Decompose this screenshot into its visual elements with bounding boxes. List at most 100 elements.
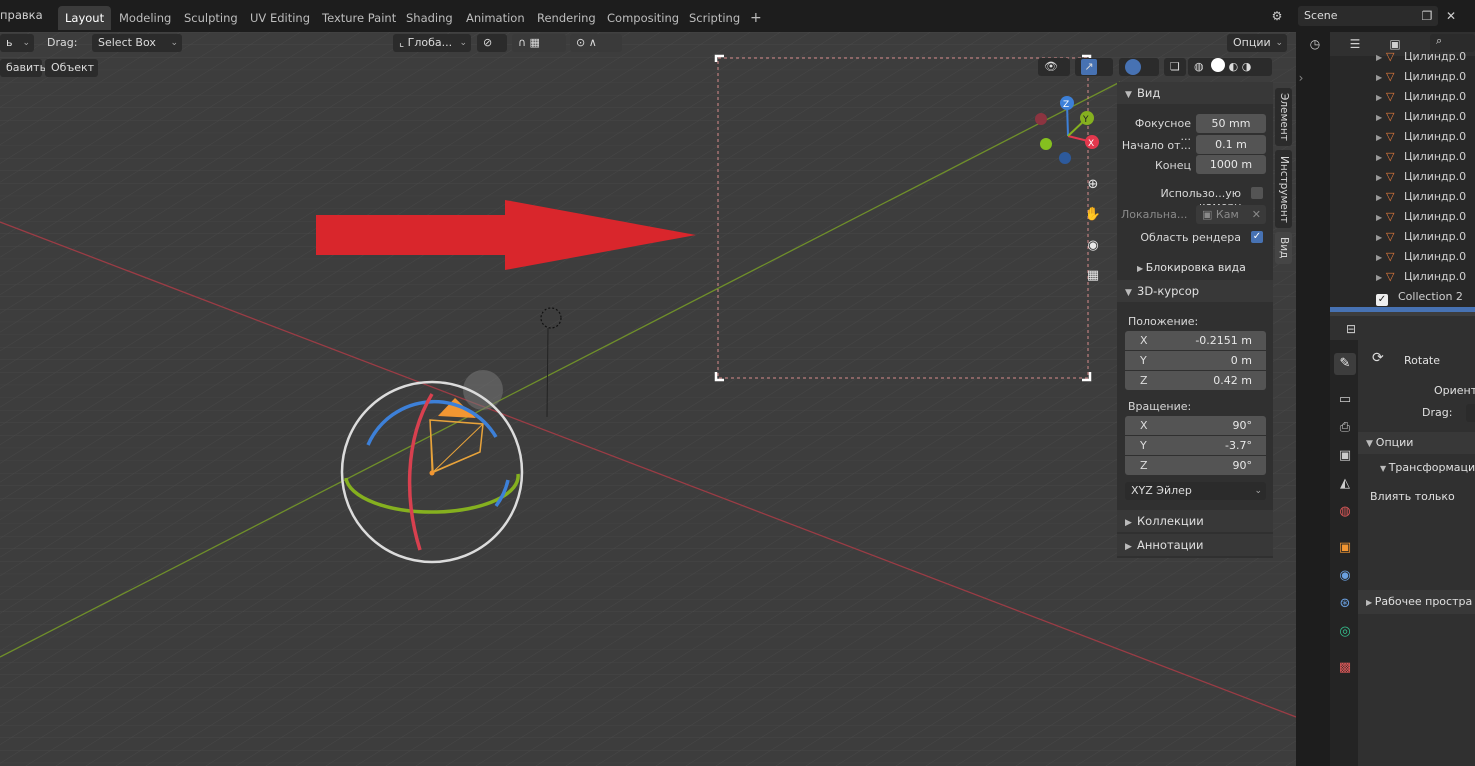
transform-subpanel-header[interactable]: ▼ Трансформаци bbox=[1368, 457, 1475, 479]
use-local-camera-checkbox[interactable] bbox=[1251, 187, 1263, 199]
menu-add[interactable]: бавить bbox=[0, 59, 46, 77]
3d-cursor-section-header[interactable]: ▼ 3D-курсор bbox=[1117, 280, 1273, 302]
options-dropdown[interactable]: Опции ⌄ bbox=[1227, 34, 1287, 52]
drag-dropdown[interactable] bbox=[1466, 404, 1475, 422]
outliner-item[interactable]: ▶ ▽ Цилиндр.0 bbox=[1330, 187, 1475, 207]
tab-sculpting[interactable]: Sculpting bbox=[177, 6, 245, 30]
tab-scripting[interactable]: Scripting bbox=[682, 6, 747, 30]
tab-compositing[interactable]: Compositing bbox=[600, 6, 686, 30]
add-workspace-button[interactable]: + bbox=[743, 6, 769, 30]
position-z-field[interactable]: Z 0.42 m bbox=[1125, 371, 1266, 390]
expand-arrow-icon[interactable]: ▶ bbox=[1376, 268, 1386, 287]
clear-icon[interactable]: ✕ bbox=[1252, 205, 1261, 224]
xray-toggle[interactable]: ❏ bbox=[1164, 58, 1186, 76]
render-region-checkbox[interactable]: ✓ bbox=[1251, 231, 1263, 243]
properties-editor-icon[interactable]: ⊟ bbox=[1340, 319, 1362, 339]
clip-start-field[interactable]: 0.1 m bbox=[1196, 135, 1266, 154]
zoom-icon[interactable]: ⊕ bbox=[1082, 174, 1104, 196]
wireframe-shading-icon[interactable]: ◍ bbox=[1194, 60, 1204, 73]
outliner-item[interactable]: ▶ ▽ Цилиндр.0 bbox=[1330, 167, 1475, 187]
camera-view-icon[interactable]: ◉ bbox=[1082, 235, 1104, 257]
tab-animation[interactable]: Animation bbox=[459, 6, 532, 30]
perspective-grid-icon[interactable]: ▦ bbox=[1082, 265, 1104, 287]
outliner-item[interactable]: ▶ ▽ Цилиндр.0 bbox=[1330, 47, 1475, 67]
rotation-mode-dropdown[interactable]: XYZ Эйлер ⌄ bbox=[1125, 482, 1266, 500]
rendered-shading-icon[interactable]: ◑ bbox=[1242, 60, 1252, 73]
outliner-item[interactable]: ▶ ▽ Цилиндр.0 bbox=[1330, 247, 1475, 267]
solid-shading-icon[interactable] bbox=[1211, 58, 1226, 72]
overlays-toggle[interactable] bbox=[1119, 58, 1159, 76]
rotation-y-field[interactable]: Y -3.7° bbox=[1125, 436, 1266, 455]
expand-arrow-icon[interactable]: ▶ bbox=[1376, 68, 1386, 87]
tool-settings-tab-icon[interactable]: ✎ bbox=[1334, 353, 1356, 375]
rotation-x-field[interactable]: X 90° bbox=[1125, 416, 1266, 435]
rotation-z-field[interactable]: Z 90° bbox=[1125, 456, 1266, 475]
pan-hand-icon[interactable]: ✋ bbox=[1082, 204, 1104, 226]
expand-arrow-icon[interactable]: ▶ bbox=[1376, 208, 1386, 227]
new-scene-icon[interactable]: ❐ bbox=[1416, 6, 1438, 26]
scene-tab-icon[interactable]: ◭ bbox=[1334, 473, 1356, 495]
mode-dropdown[interactable]: ь ⌄ bbox=[0, 34, 34, 52]
expand-arrow-icon[interactable]: ▶ bbox=[1376, 88, 1386, 107]
tab-uv-editing[interactable]: UV Editing bbox=[243, 6, 317, 30]
tab-rendering[interactable]: Rendering bbox=[530, 6, 603, 30]
editor-type-icon[interactable]: ◷ bbox=[1304, 34, 1326, 54]
tab-layout[interactable]: Layout bbox=[58, 6, 112, 30]
3d-viewport[interactable]: Z Y X ⊕ ✋ ◉ ▦ bbox=[0, 32, 1296, 766]
expand-arrow-icon[interactable]: ▶ bbox=[1376, 108, 1386, 127]
world-tab-icon[interactable]: ◍ bbox=[1334, 501, 1356, 523]
snap-toggle[interactable]: ∩ ▦ bbox=[512, 34, 566, 52]
outliner-item[interactable]: ▶ ▽ Цилиндр.0 bbox=[1330, 227, 1475, 247]
tab-tool[interactable]: Инструмент bbox=[1275, 150, 1292, 228]
clip-end-field[interactable]: 1000 m bbox=[1196, 155, 1266, 174]
orientation-dropdown[interactable]: ⌞ Глоба... ⌄ bbox=[393, 34, 471, 52]
workspace-section-header[interactable]: ▶ Рабочее простра bbox=[1358, 590, 1475, 614]
menu-object[interactable]: Объект bbox=[45, 59, 98, 77]
expand-arrow-icon[interactable]: ▶ bbox=[1376, 48, 1386, 67]
tab-element[interactable]: Элемент bbox=[1275, 88, 1292, 146]
outliner-item[interactable]: ▶ ▽ Цилиндр.0 bbox=[1330, 267, 1475, 287]
position-y-field[interactable]: Y 0 m bbox=[1125, 351, 1266, 370]
physics-tab-icon[interactable]: ◉ bbox=[1334, 565, 1356, 587]
view-section-header[interactable]: ▼ Вид bbox=[1117, 82, 1273, 104]
outliner-item[interactable]: ▶ ▽ Цилиндр.0 bbox=[1330, 107, 1475, 127]
tab-texture-paint[interactable]: Texture Paint bbox=[315, 6, 403, 30]
collection-checkbox[interactable]: ✓ bbox=[1376, 294, 1388, 306]
pivot-dropdown[interactable]: ⊘ bbox=[477, 34, 507, 52]
collections-section-header[interactable]: ▶ Коллекции bbox=[1117, 510, 1273, 532]
material-shading-icon[interactable]: ◐ bbox=[1229, 60, 1239, 73]
expand-arrow-icon[interactable]: ▶ bbox=[1376, 148, 1386, 167]
output-tab-icon[interactable]: ⎙ bbox=[1334, 417, 1356, 439]
tab-shading[interactable]: Shading bbox=[399, 6, 460, 30]
view-layer-tab-icon[interactable]: ▣ bbox=[1334, 445, 1356, 467]
position-x-field[interactable]: X -0.2151 m bbox=[1125, 331, 1266, 350]
scene-selector-icon[interactable]: ⚙ bbox=[1266, 6, 1288, 26]
render-tab-icon[interactable]: ▭ bbox=[1334, 389, 1356, 411]
visibility-dropdown[interactable]: 👁 bbox=[1038, 58, 1070, 76]
constraints-tab-icon[interactable]: ⊛ bbox=[1334, 593, 1356, 615]
shading-selector[interactable]: ◍ ◐ ◑ bbox=[1188, 58, 1272, 76]
gizmo-toggle[interactable]: ↗ bbox=[1075, 58, 1113, 76]
outliner-item[interactable]: ▶ ▽ Цилиндр.0 bbox=[1330, 127, 1475, 147]
expand-arrow-icon[interactable]: ▶ bbox=[1376, 248, 1386, 267]
tab-modeling[interactable]: Modeling bbox=[112, 6, 178, 30]
focal-length-field[interactable]: 50 mm bbox=[1196, 114, 1266, 133]
outliner-item[interactable]: ▶ ▽ Цилиндр.0 bbox=[1330, 67, 1475, 87]
outliner-collection-row[interactable]: ✓ Collection 2 bbox=[1330, 287, 1475, 307]
view-lock-subpanel[interactable]: ▶ Блокировка вида bbox=[1137, 259, 1246, 278]
object-tab-icon[interactable]: ▣ bbox=[1334, 537, 1356, 559]
outliner-item[interactable]: ▶ ▽ Цилиндр.0 bbox=[1330, 207, 1475, 227]
expand-arrow-icon[interactable]: ▶ bbox=[1376, 228, 1386, 247]
outliner-item[interactable]: ▶ ▽ Цилиндр.0 bbox=[1330, 87, 1475, 107]
delete-scene-icon[interactable]: ✕ bbox=[1440, 6, 1462, 26]
options-section-header[interactable]: ▼ Опции bbox=[1358, 432, 1475, 454]
object-data-tab-icon[interactable]: ◎ bbox=[1334, 621, 1356, 643]
annotations-section-header[interactable]: ▶ Аннотации bbox=[1117, 534, 1273, 556]
drag-dropdown[interactable]: Select Box ⌄ bbox=[92, 34, 182, 52]
proportional-edit-toggle[interactable]: ⊙ ∧ bbox=[570, 34, 622, 52]
expand-arrow-icon[interactable]: ▶ bbox=[1376, 188, 1386, 207]
texture-tab-icon[interactable]: ▩ bbox=[1334, 657, 1356, 679]
tab-view[interactable]: Вид bbox=[1275, 232, 1292, 264]
outliner-item[interactable]: ▶ ▽ Цилиндр.0 bbox=[1330, 147, 1475, 167]
expand-arrow-icon[interactable]: ▶ bbox=[1376, 128, 1386, 147]
